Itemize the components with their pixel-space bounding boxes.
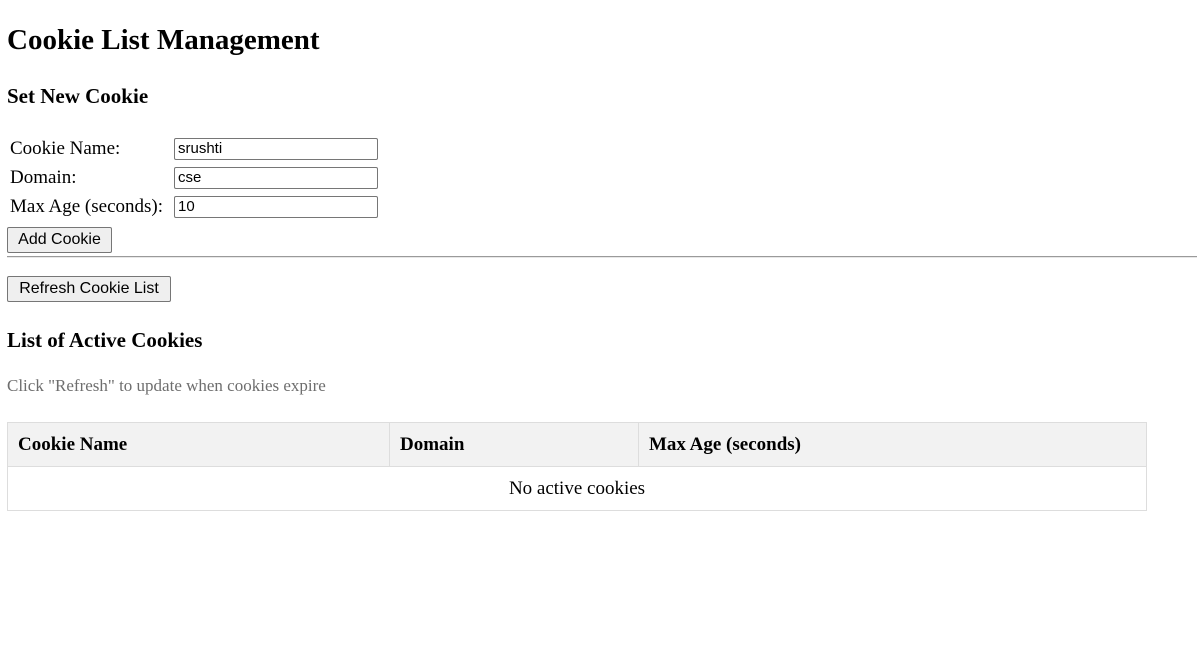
domain-row: Domain: xyxy=(9,164,379,191)
max-age-row: Max Age (seconds): xyxy=(9,193,379,220)
refresh-hint: Click "Refresh" to update when cookies e… xyxy=(7,376,326,395)
domain-label: Domain: xyxy=(10,166,77,188)
empty-state-message: No active cookies xyxy=(7,466,1147,511)
domain-input[interactable] xyxy=(174,166,378,189)
column-header-cookie-name: Cookie Name xyxy=(7,422,390,467)
cookie-name-input[interactable] xyxy=(174,137,378,160)
column-header-domain: Domain xyxy=(389,422,639,467)
active-cookies-table: Cookie Name Domain Max Age (seconds) No … xyxy=(7,422,1147,511)
cookie-name-row: Cookie Name: xyxy=(9,135,379,162)
cookie-name-label: Cookie Name: xyxy=(10,137,121,159)
table-row: No active cookies xyxy=(7,466,1147,511)
active-cookies-heading: List of Active Cookies xyxy=(7,328,203,352)
column-header-max-age: Max Age (seconds) xyxy=(638,422,1147,467)
table-header-row: Cookie Name Domain Max Age (seconds) xyxy=(7,422,1147,467)
max-age-label: Max Age (seconds): xyxy=(10,195,164,217)
page-title: Cookie List Management xyxy=(7,24,320,56)
add-cookie-button[interactable]: Add Cookie xyxy=(7,227,112,253)
section-divider xyxy=(7,256,1197,258)
set-cookie-heading: Set New Cookie xyxy=(7,84,149,108)
max-age-input[interactable] xyxy=(174,195,378,218)
cookie-form: Cookie Name: Domain: Max Age (seconds): xyxy=(7,133,381,222)
refresh-cookie-list-button[interactable]: Refresh Cookie List xyxy=(7,276,171,302)
